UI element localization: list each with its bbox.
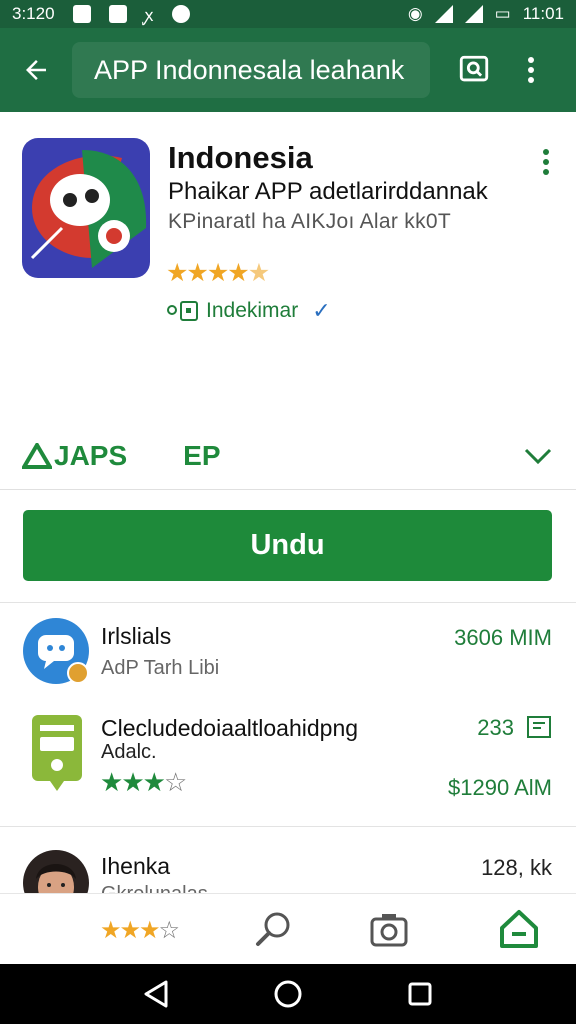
star-icon: ★	[100, 917, 121, 944]
bottom-bar: ★★★☆	[0, 893, 576, 964]
list-item-price: $1290 AlM	[448, 775, 552, 800]
nav-back-button[interactable]	[136, 974, 176, 1014]
signal-icon	[434, 5, 453, 23]
star-icon: ★	[139, 917, 160, 944]
badge-label: Indekimar	[206, 299, 299, 322]
chevron-down-icon	[524, 448, 552, 464]
status-bar: 3:120 ꭙ ◉ ▭ 11:01	[0, 0, 576, 28]
list-item-meta: 3606 MIM	[454, 625, 552, 650]
home-tab-button[interactable]	[496, 906, 542, 952]
battery-icon: ▭	[494, 4, 511, 23]
search-tab-button[interactable]	[250, 906, 296, 952]
list-item[interactable]: Ihenka Gkrelunalas 128, kk	[0, 827, 576, 893]
status-clock: 11:01	[522, 4, 564, 23]
app-developer[interactable]: Phaikar APP adetlarirddannak	[168, 178, 488, 206]
signal-icon-2	[464, 5, 483, 23]
star-icon: ★	[142, 767, 166, 797]
square-recents-icon	[408, 982, 432, 1006]
install-button[interactable]: Undu	[23, 510, 552, 581]
search-input[interactable]: APP Indonnesala leahank	[72, 42, 430, 98]
note-app-icon	[32, 715, 82, 791]
apps-tab[interactable]: JAPS	[22, 440, 127, 472]
star-icon: ★	[186, 259, 208, 287]
star-icon: ★	[166, 259, 188, 287]
status-time: 3:120	[12, 4, 55, 23]
app-name: Indonesia	[168, 140, 313, 175]
list-item-rating: ★★★☆	[100, 767, 187, 798]
list-item-subtitle: AdP Tarh Libi	[101, 657, 220, 679]
apps-label: JAPS	[54, 439, 128, 471]
back-arrow-icon	[26, 60, 46, 80]
home-icon	[500, 910, 538, 948]
list-item-meta: 128, kk	[481, 855, 552, 880]
star-icon: ★	[100, 767, 123, 797]
chat-app-icon	[23, 618, 89, 684]
download-size-icon	[527, 716, 551, 738]
wifi-icon: ◉	[407, 4, 423, 23]
list-item-meta: 233	[477, 715, 514, 740]
app-notification-icon	[108, 5, 127, 23]
star-icon: ★	[119, 917, 141, 944]
list-item-title: Ihenka	[101, 853, 171, 879]
list-item[interactable]: Clecludedoiaaltloahidpng Adalc. ★★★☆ 233…	[0, 703, 576, 825]
apps-logo-icon	[22, 442, 52, 469]
app-header: Indonesia Phaikar APP adetlarirddannak K…	[0, 112, 576, 422]
app-bar: APP Indonnesala leahank	[0, 28, 576, 112]
rating-stars-button[interactable]: ★★★☆	[100, 916, 180, 945]
app-rating-stars: ★★★★★	[166, 258, 270, 288]
app-category: KPinaratl ha AIKJoı Alar kk0T	[168, 210, 452, 233]
list-item-subtitle: Gkrelunalas	[101, 883, 208, 893]
system-nav-bar	[0, 964, 576, 1024]
ep-tab[interactable]: EP	[183, 440, 220, 472]
expand-button[interactable]	[522, 440, 554, 472]
list-item-title: Irlslials	[101, 623, 172, 649]
star-outline-icon: ☆	[158, 917, 180, 944]
star-icon: ★	[121, 767, 144, 797]
camera-icon	[370, 914, 408, 947]
app-badge: Indekimar ✓	[166, 298, 331, 324]
list-item-title: Clecludedoiaaltloahidpng	[101, 715, 359, 741]
star-icon: ★	[227, 259, 249, 287]
star-icon: ★	[206, 259, 229, 287]
editors-choice-icon	[167, 301, 198, 321]
search-icon	[459, 55, 489, 82]
triangle-back-icon	[144, 980, 168, 1008]
list-item[interactable]: Irlslials AdP Tarh Libi 3606 MIM	[0, 603, 576, 703]
signal-off-icon: ꭙ	[144, 5, 154, 25]
nav-home-button[interactable]	[268, 974, 308, 1014]
overflow-menu-button[interactable]	[506, 28, 556, 112]
star-outline-icon: ☆	[163, 767, 187, 797]
list-item-subtitle: Adalc.	[101, 741, 157, 763]
nav-recents-button[interactable]	[400, 974, 440, 1014]
more-vert-icon	[543, 149, 549, 175]
settings-notification-icon	[171, 5, 190, 23]
search-button[interactable]	[442, 28, 506, 112]
app-more-button[interactable]	[530, 142, 562, 182]
star-icon: ★	[247, 259, 270, 287]
camera-tab-button[interactable]	[366, 906, 412, 952]
circle-home-icon	[274, 980, 302, 1008]
verified-icon: ✓	[312, 298, 331, 323]
magnifier-icon	[256, 912, 290, 946]
app-meta-row: JAPS EP	[0, 422, 576, 490]
back-button[interactable]	[0, 28, 72, 112]
notification-icon	[72, 5, 91, 23]
app-icon[interactable]	[22, 138, 150, 278]
more-vert-icon	[528, 57, 534, 83]
avatar	[23, 850, 89, 893]
